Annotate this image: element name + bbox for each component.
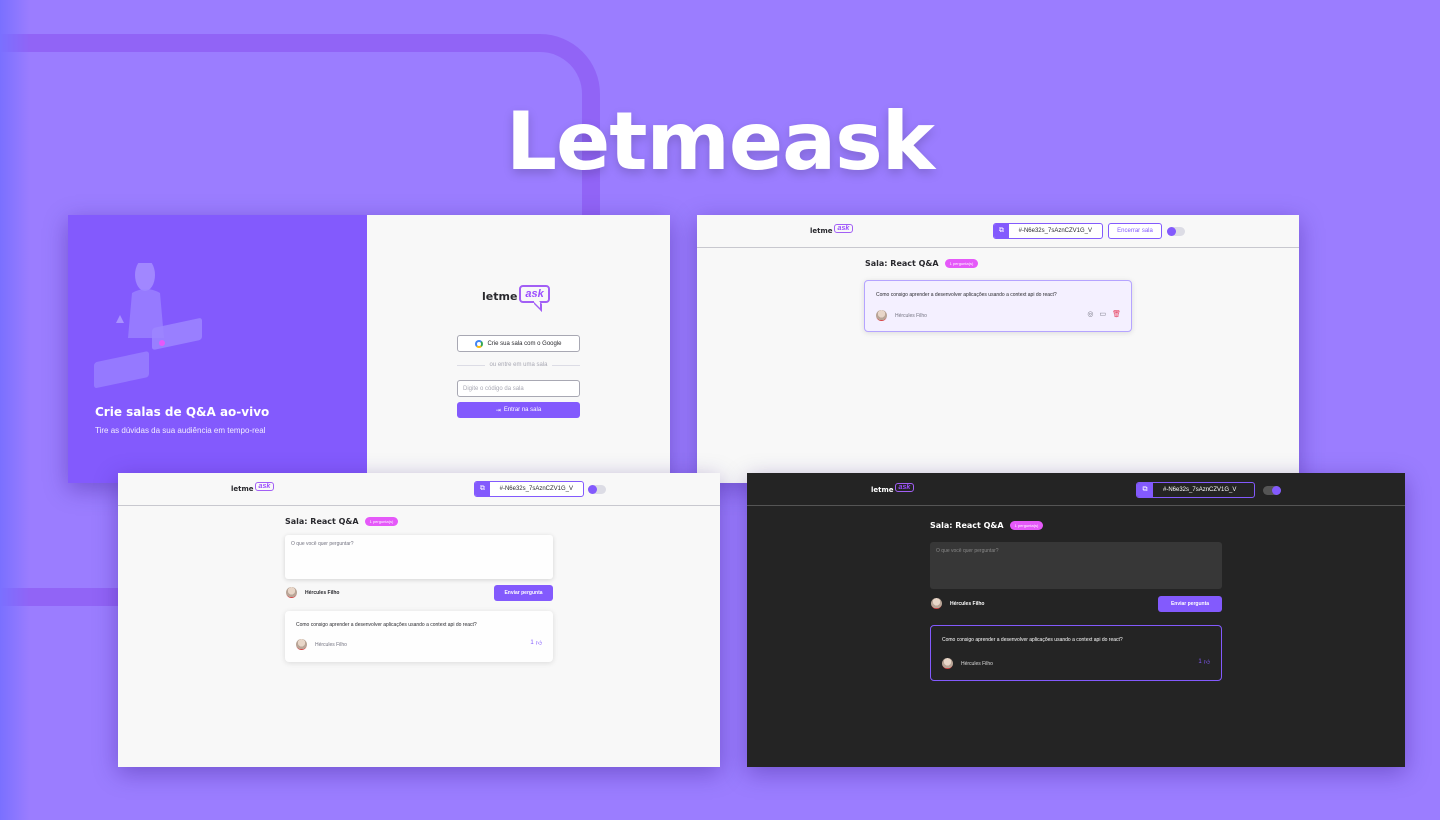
question-author: Hércules Filho bbox=[876, 310, 927, 321]
admin-room-screenshot: letme ask ⧉ #-N6e32s_7sAznCZV1G_V Encerr… bbox=[697, 215, 1299, 483]
illustration-icon bbox=[94, 263, 202, 389]
room-code-input[interactable]: Digite o código da sala bbox=[457, 380, 580, 397]
avatar bbox=[286, 587, 297, 598]
room-title: Sala: React Q&A 1 pergunta(s) bbox=[930, 521, 1044, 530]
logo: letme ask bbox=[231, 479, 275, 493]
question-author: Hércules Filho bbox=[942, 658, 993, 669]
question-textarea[interactable]: O que você quer perguntar? bbox=[285, 535, 553, 579]
separator: ou entre em uma sala bbox=[457, 362, 580, 368]
logo-letme: letme bbox=[871, 486, 894, 494]
room-code-button[interactable]: ⧉ #-N6e32s_7sAznCZV1G_V bbox=[993, 223, 1103, 239]
like-button[interactable]: 1 👍︎ bbox=[1198, 658, 1210, 666]
google-icon bbox=[475, 339, 484, 348]
question-actions: ◎ ▭ 🗑 bbox=[1087, 310, 1121, 318]
close-room-button[interactable]: Encerrar sala bbox=[1108, 223, 1162, 239]
question-card: Como consigo aprender a desenvolver apli… bbox=[864, 280, 1132, 332]
enter-room-button[interactable]: ⇥ Entrar na sala bbox=[457, 402, 580, 418]
question-text: Como consigo aprender a desenvolver apli… bbox=[942, 637, 1123, 643]
header: letme ask ⧉ #-N6e32s_7sAznCZV1G_V Encerr… bbox=[697, 215, 1299, 248]
logo: letme ask bbox=[871, 480, 915, 494]
hero-title: Letmeask bbox=[506, 95, 935, 188]
logo: letme ask bbox=[810, 221, 854, 235]
author-name: Hércules Filho bbox=[895, 312, 927, 319]
header: letme ask ⧉ #-N6e32s_7sAznCZV1G_V bbox=[118, 473, 720, 506]
header: letme ask ⧉ #-N6e32s_7sAznCZV1G_V bbox=[747, 473, 1405, 506]
question-text: Como consigo aprender a desenvolver apli… bbox=[876, 292, 1057, 298]
copy-icon: ⧉ bbox=[994, 224, 1009, 238]
room-dark-screenshot: letme ask ⧉ #-N6e32s_7sAznCZV1G_V Sala: … bbox=[747, 473, 1405, 767]
author-name: Hércules Filho bbox=[961, 660, 993, 667]
avatar bbox=[931, 598, 942, 609]
thumbs-up-icon: 👍︎ bbox=[1203, 660, 1210, 666]
google-login-button[interactable]: Crie sua sala com o Google bbox=[457, 335, 580, 352]
question-count-badge: 1 pergunta(s) bbox=[364, 517, 399, 526]
room-title-text: Sala: React Q&A bbox=[285, 517, 359, 526]
room-title: Sala: React Q&A 1 pergunta(s) bbox=[865, 259, 979, 268]
question-card: Como consigo aprender a desenvolver apli… bbox=[930, 625, 1222, 681]
google-login-label: Crie sua sala com o Google bbox=[487, 340, 562, 347]
like-count: 1 bbox=[530, 640, 534, 646]
check-circle-icon[interactable]: ◎ bbox=[1087, 310, 1093, 318]
theme-toggle[interactable] bbox=[588, 485, 606, 494]
login-aside: Crie salas de Q&A ao-vivo Tire as dúvida… bbox=[68, 215, 367, 483]
current-user: Hércules Filho bbox=[286, 587, 339, 598]
user-name: Hércules Filho bbox=[305, 589, 340, 596]
question-text: Como consigo aprender a desenvolver apli… bbox=[296, 622, 477, 628]
trash-icon[interactable]: 🗑 bbox=[1112, 310, 1121, 318]
send-question-button[interactable]: Enviar pergunta bbox=[494, 585, 553, 601]
logo-ask: ask bbox=[519, 285, 550, 303]
logo-letme: letme bbox=[482, 290, 518, 303]
room-title: Sala: React Q&A 1 pergunta(s) bbox=[285, 517, 399, 526]
room-code: #-N6e32s_7sAznCZV1G_V bbox=[1163, 487, 1237, 493]
aside-title: Crie salas de Q&A ao-vivo bbox=[95, 405, 270, 419]
copy-icon: ⧉ bbox=[475, 482, 490, 496]
toggle-knob bbox=[588, 485, 597, 494]
question-count-badge: 1 pergunta(s) bbox=[1009, 521, 1044, 530]
user-name: Hércules Filho bbox=[950, 600, 985, 607]
room-code-button[interactable]: ⧉ #-N6e32s_7sAznCZV1G_V bbox=[1136, 482, 1255, 498]
room-title-text: Sala: React Q&A bbox=[930, 521, 1004, 530]
toggle-knob bbox=[1272, 486, 1281, 495]
login-screenshot: Crie salas de Q&A ao-vivo Tire as dúvida… bbox=[68, 215, 670, 483]
avatar bbox=[876, 310, 887, 321]
room-code: #-N6e32s_7sAznCZV1G_V bbox=[1018, 228, 1092, 234]
thumbs-up-icon: 👍︎ bbox=[535, 641, 542, 647]
current-user: Hércules Filho bbox=[931, 598, 984, 609]
login-main: letme ask Crie sua sala com o Google ou … bbox=[367, 215, 670, 483]
logo-letme: letme bbox=[810, 227, 833, 235]
logo-letme: letme bbox=[231, 485, 254, 493]
question-card: Como consigo aprender a desenvolver apli… bbox=[285, 611, 553, 662]
separator-text: ou entre em uma sala bbox=[489, 362, 548, 368]
room-code: #-N6e32s_7sAznCZV1G_V bbox=[499, 486, 573, 492]
logo: letme ask bbox=[482, 280, 550, 303]
login-icon: ⇥ bbox=[495, 407, 501, 414]
theme-toggle[interactable] bbox=[1263, 486, 1281, 495]
like-button[interactable]: 1 👍︎ bbox=[530, 639, 542, 647]
room-code-button[interactable]: ⧉ #-N6e32s_7sAznCZV1G_V bbox=[474, 481, 584, 497]
avatar bbox=[942, 658, 953, 669]
like-count: 1 bbox=[1198, 659, 1202, 665]
enter-room-label: Entrar na sala bbox=[503, 407, 542, 413]
question-textarea[interactable]: O que você quer perguntar? bbox=[930, 542, 1222, 589]
separator-line bbox=[457, 364, 486, 366]
theme-toggle[interactable] bbox=[1167, 227, 1185, 236]
room-title-text: Sala: React Q&A bbox=[865, 259, 939, 268]
author-name: Hércules Filho bbox=[315, 641, 347, 648]
send-question-button[interactable]: Enviar pergunta bbox=[1158, 596, 1222, 612]
logo-ask: ask bbox=[894, 483, 915, 492]
aside-subtitle: Tire as dúvidas da sua audiência em temp… bbox=[95, 426, 266, 435]
avatar bbox=[296, 639, 307, 650]
toggle-knob bbox=[1167, 227, 1176, 236]
separator-line bbox=[551, 364, 580, 366]
message-icon[interactable]: ▭ bbox=[1099, 310, 1106, 318]
logo-ask: ask bbox=[254, 482, 275, 491]
copy-icon: ⧉ bbox=[1137, 483, 1153, 497]
question-author: Hércules Filho bbox=[296, 639, 347, 650]
logo-ask: ask bbox=[833, 224, 854, 233]
question-count-badge: 1 pergunta(s) bbox=[944, 259, 979, 268]
room-light-screenshot: letme ask ⧉ #-N6e32s_7sAznCZV1G_V Sala: … bbox=[118, 473, 720, 767]
